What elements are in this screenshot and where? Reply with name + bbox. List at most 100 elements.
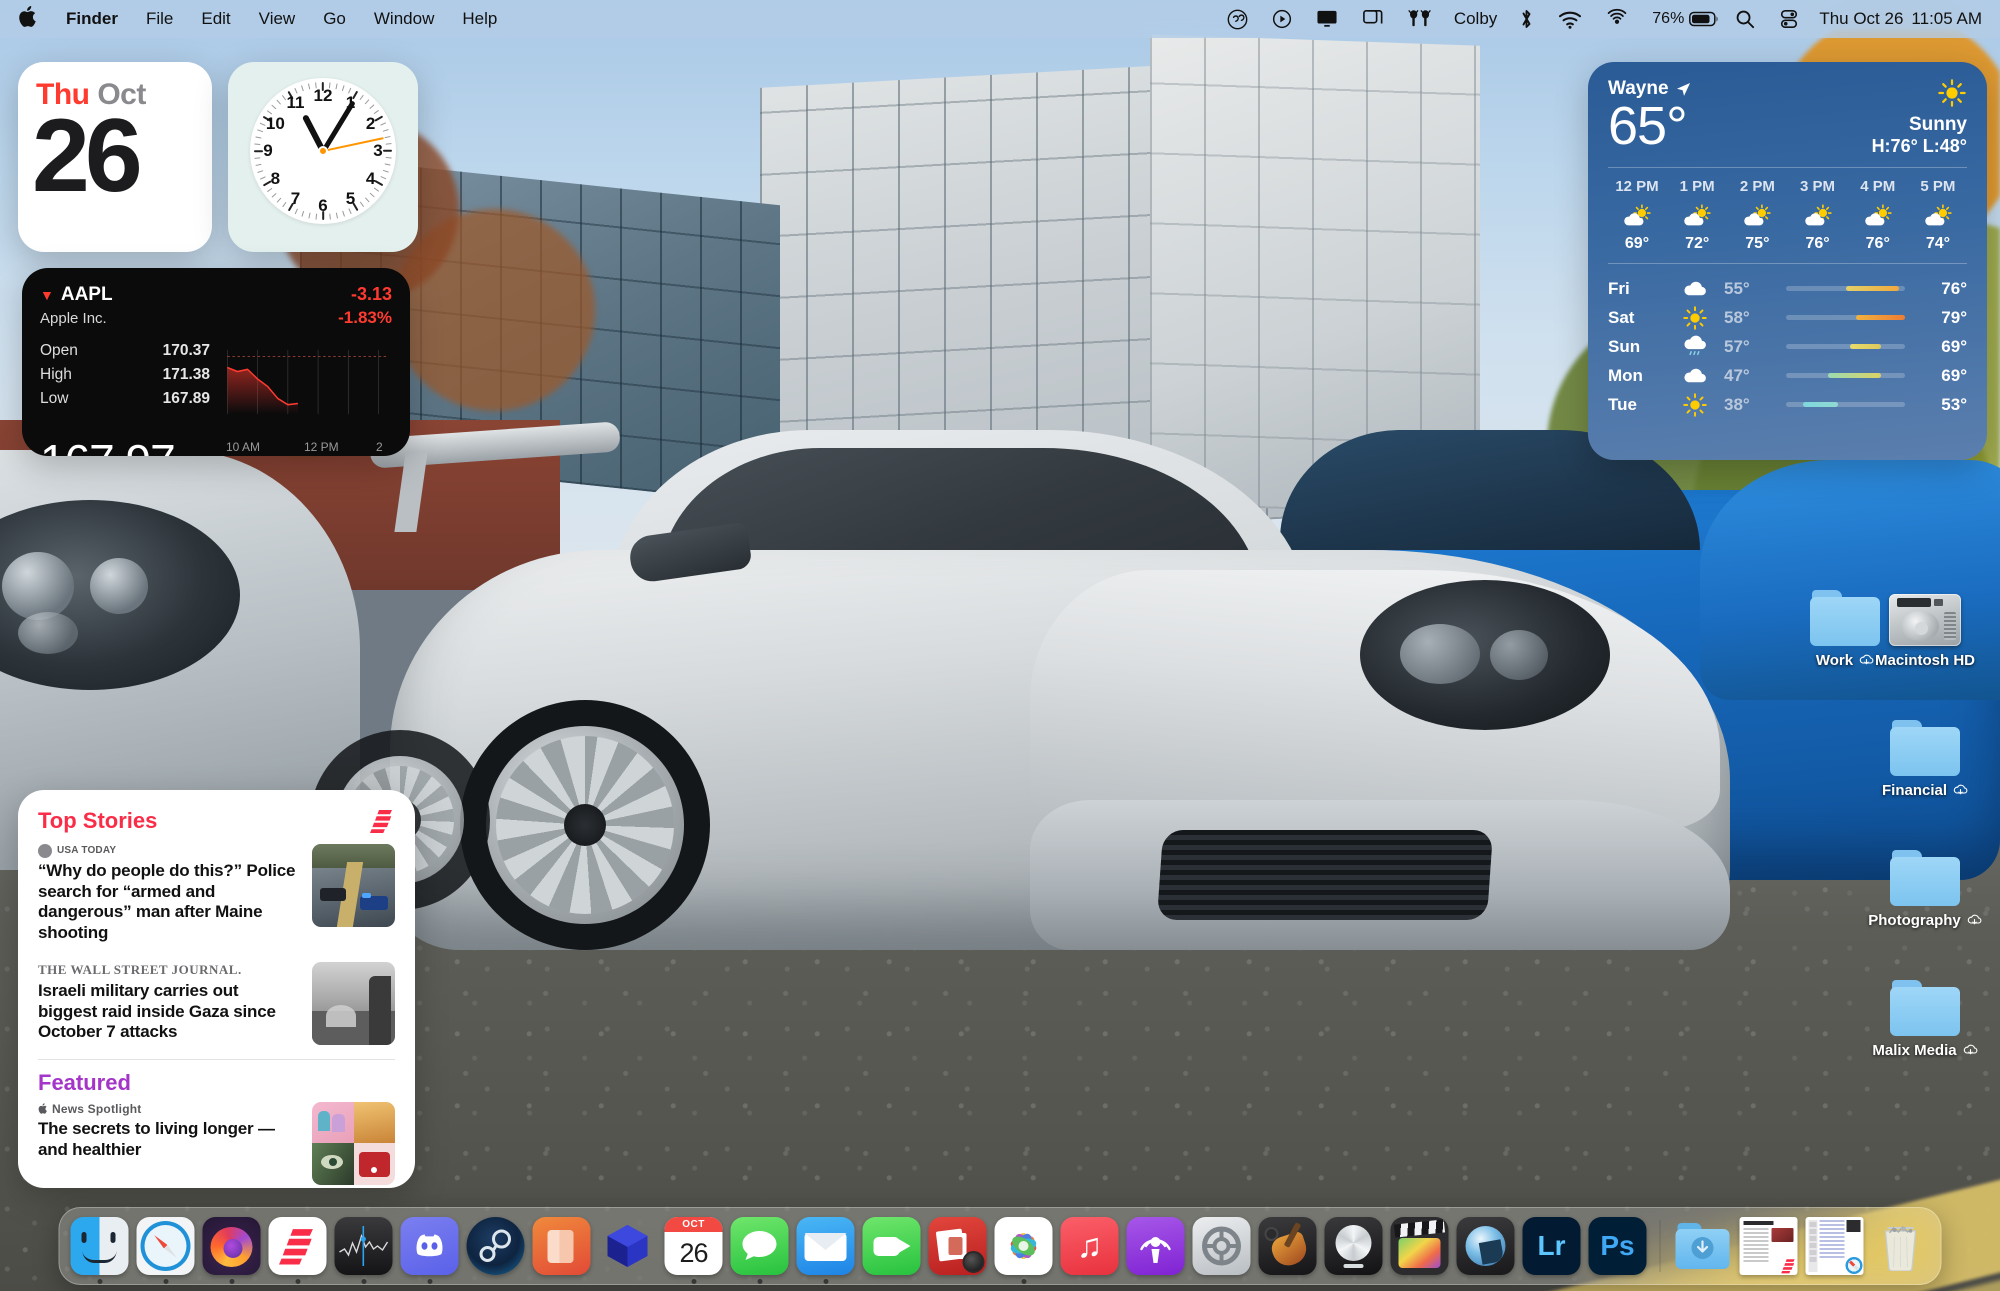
folder-icon (1890, 980, 1960, 1036)
downloads-folder-icon (1674, 1217, 1732, 1275)
icloud-download-icon (1953, 784, 1968, 795)
dock-item-trash[interactable] (1870, 1215, 1932, 1277)
calendar-widget[interactable]: Thu Oct 26 (18, 62, 212, 252)
dock-item-photos[interactable] (993, 1215, 1055, 1284)
desktop-icon-photography[interactable]: Photography (1850, 838, 2000, 930)
weather-hour-cell: 4 PM 76° (1849, 178, 1907, 253)
dock-item-discord[interactable] (399, 1215, 461, 1284)
clock-numeral: 8 (270, 168, 281, 188)
weather-day-row: Mon 47° 69° (1608, 361, 1967, 390)
news-featured-item[interactable]: News Spotlight The secrets to living lon… (38, 1101, 395, 1185)
clock-tick (341, 210, 345, 217)
wifi-icon[interactable] (1546, 6, 1594, 32)
desktop-icon-malix-media[interactable]: Malix Media (1850, 968, 2000, 1060)
apple-news-icon (370, 810, 392, 833)
dock-item-compressor[interactable] (1455, 1215, 1517, 1277)
desktop-icon-label: Macintosh HD (1869, 651, 1981, 670)
dock-item-photo-booth[interactable] (927, 1215, 989, 1277)
dock-item-calendar[interactable]: OCT 26 (663, 1215, 725, 1284)
dock-item-garageband[interactable] (1257, 1215, 1319, 1277)
dock-item-notes[interactable] (531, 1215, 593, 1277)
bluetooth-icon[interactable] (1507, 6, 1546, 32)
menubar-date[interactable]: Thu Oct 26 (1811, 9, 1903, 29)
dock-item-downloads[interactable] (1672, 1215, 1734, 1277)
dock-item-music[interactable]: ♫ (1059, 1215, 1121, 1277)
dock-item-safari[interactable] (135, 1215, 197, 1284)
location-arrow-icon (1676, 82, 1690, 96)
dock-item-facetime[interactable] (861, 1215, 923, 1277)
menu-go[interactable]: Go (309, 7, 360, 31)
dock-item-news[interactable] (267, 1215, 329, 1284)
dock-item-firefox[interactable] (201, 1215, 263, 1284)
apple-news-icon (268, 1217, 327, 1275)
menu-view[interactable]: View (245, 7, 310, 31)
desktop-icon-name: Photography (1868, 912, 1961, 929)
news-thumbnail (312, 961, 395, 1045)
menubar-user-name[interactable]: Colby (1444, 9, 1507, 29)
battery-icon (1689, 11, 1718, 27)
menu-window[interactable]: Window (360, 7, 448, 31)
stock-chart-svg (227, 350, 389, 414)
running-indicator-dot (823, 1279, 828, 1284)
weather-hour-cell: 5 PM 74° (1909, 178, 1967, 253)
airpods-icon[interactable] (1396, 6, 1444, 32)
stock-change-percent: -1.83% (338, 308, 392, 327)
stock-symbol: AAPL (60, 284, 113, 305)
control-center-icon[interactable] (1767, 6, 1811, 32)
weather-widget[interactable]: Wayne 65° Sunny H:76° L:48° 12 PM 69° 1 P… (1588, 62, 1987, 460)
stock-stat-value: 167.89 (162, 390, 210, 407)
dock-item-logic-pro[interactable] (1323, 1215, 1385, 1277)
search-icon[interactable] (1723, 6, 1767, 32)
dock-item-finder[interactable] (69, 1215, 131, 1284)
dock-item-minimized-news[interactable] (1738, 1215, 1800, 1277)
clock-tick (382, 169, 389, 173)
dock-item-lightroom[interactable]: Lr (1521, 1215, 1583, 1277)
news-widget[interactable]: Top Stories USA TODAY “Why do people do … (18, 790, 415, 1188)
weather-day-low: 47° (1724, 365, 1750, 385)
dock-item-podcasts[interactable] (1125, 1215, 1187, 1277)
desktop-icon-label: Financial (1876, 781, 1974, 800)
media-playback-icon[interactable] (1260, 6, 1304, 32)
dock[interactable]: OCT 26 ♫ Lr Ps (58, 1207, 1942, 1285)
clock-numeral: 6 (318, 196, 328, 215)
weather-day-icon-wrap (1666, 335, 1724, 357)
menu-file[interactable]: File (132, 7, 187, 31)
menu-edit[interactable]: Edit (187, 7, 244, 31)
apple-logo-icon[interactable] (16, 6, 52, 32)
stocks-widget[interactable]: ▼ AAPL -3.13 Apple Inc. -1.83% Open 170.… (22, 268, 410, 456)
dock-item-minimized-safari[interactable] (1804, 1215, 1866, 1277)
sun-behind-cloud-icon (1624, 204, 1651, 226)
stage-manager-icon[interactable] (1350, 6, 1396, 32)
desktop-icon-label: Malix Media (1866, 1041, 1983, 1060)
menubar-time[interactable]: 11:05 AM (1903, 9, 1982, 29)
menu-help[interactable]: Help (448, 7, 511, 31)
weather-day-name: Sun (1608, 336, 1641, 356)
battery-status[interactable]: 76% (1640, 6, 1723, 32)
desktop-icon-macintosh-hd[interactable]: Macintosh HD (1850, 578, 2000, 670)
photos-icon (994, 1217, 1053, 1275)
weather-day-name: Fri (1608, 278, 1630, 298)
podcasts-icon (1126, 1217, 1185, 1275)
dock-item-photoshop[interactable]: Ps (1587, 1215, 1649, 1277)
menu-app-name[interactable]: Finder (52, 7, 132, 31)
adobe-creative-cloud-icon[interactable] (1215, 6, 1260, 32)
dock-item-final-cut-pro[interactable] (1389, 1215, 1451, 1277)
desktop-icon-financial[interactable]: Financial (1850, 708, 2000, 800)
dock-item-mail[interactable] (795, 1215, 857, 1284)
dock-item-steam[interactable] (465, 1215, 527, 1277)
weather-day-name: Mon (1608, 365, 1643, 385)
clock-numeral: 2 (365, 113, 376, 133)
news-story-item[interactable]: THE WALL STREET JOURNAL. Israeli militar… (38, 961, 395, 1045)
dock-item-system-settings[interactable] (1191, 1215, 1253, 1277)
clock-numeral: 4 (365, 168, 376, 188)
airplay-sound-icon[interactable] (1594, 6, 1640, 32)
screen-mirroring-icon[interactable] (1304, 6, 1350, 32)
dock-item-messages[interactable] (729, 1215, 791, 1284)
weather-day-high: 53° (1941, 394, 1967, 414)
news-section-title: Top Stories (38, 808, 158, 833)
dock-item-stocks[interactable] (333, 1215, 395, 1284)
running-indicator-dot (163, 1279, 168, 1284)
news-story-item[interactable]: USA TODAY “Why do people do this?” Polic… (38, 844, 395, 944)
clock-widget[interactable]: 121234567891011 (228, 62, 418, 252)
dock-item-blender[interactable] (597, 1215, 659, 1277)
